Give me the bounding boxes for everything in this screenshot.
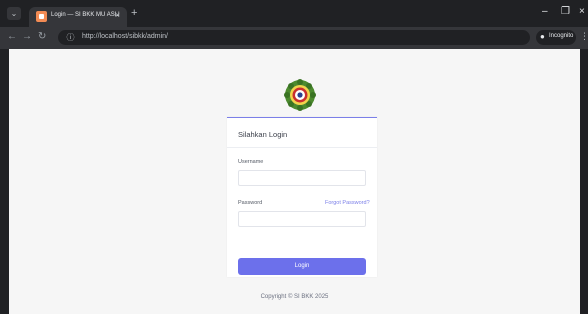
close-window-icon[interactable]: × [579,6,585,17]
login-title: Silahkan Login [238,130,288,139]
browser-toolbar: ← → ↻ ⓘ http://localhost/sibkk/admin/ ● … [0,27,588,49]
site-info-icon[interactable]: ⓘ [65,32,76,43]
tab-title: Login — SI BKK MU ASLI [51,12,120,18]
incognito-icon: ● [540,32,545,41]
restore-icon[interactable]: ❐ [561,6,570,17]
username-field[interactable] [238,170,366,186]
incognito-label: Incognito [549,33,574,39]
new-tab-icon[interactable]: + [131,7,137,19]
tab-search-icon[interactable]: ⌄ [7,7,21,20]
tab-strip: ⌄ Login — SI BKK MU ASLI × + – ❐ × [0,0,588,27]
url-text[interactable]: http://localhost/sibkk/admin/ [82,33,168,40]
login-button[interactable]: Login [238,258,366,275]
back-icon[interactable]: ← [7,31,17,42]
incognito-badge[interactable]: ● Incognito [536,30,576,45]
minimize-icon[interactable]: – [542,6,548,17]
address-bar[interactable]: ⓘ http://localhost/sibkk/admin/ [58,30,530,45]
login-card: Silahkan Login Username Password Forgot … [227,117,377,277]
forgot-password-link[interactable]: Forgot Password? [325,200,370,206]
logo-emblem [284,79,316,111]
menu-icon[interactable]: ⋮ [580,31,588,42]
username-label: Username [238,159,264,165]
close-icon[interactable]: × [115,10,120,20]
password-label: Password [238,200,263,206]
password-field[interactable] [238,211,366,227]
copyright-text: Copyright © SI BKK 2025 [260,294,329,300]
page-viewport: Silahkan Login Username Password Forgot … [9,49,580,314]
forward-icon[interactable]: → [22,31,32,42]
favicon-icon [36,11,47,22]
card-header: Silahkan Login [227,118,377,148]
browser-tab[interactable]: Login — SI BKK MU ASLI × [29,7,127,27]
reload-icon[interactable]: ↻ [38,31,46,42]
